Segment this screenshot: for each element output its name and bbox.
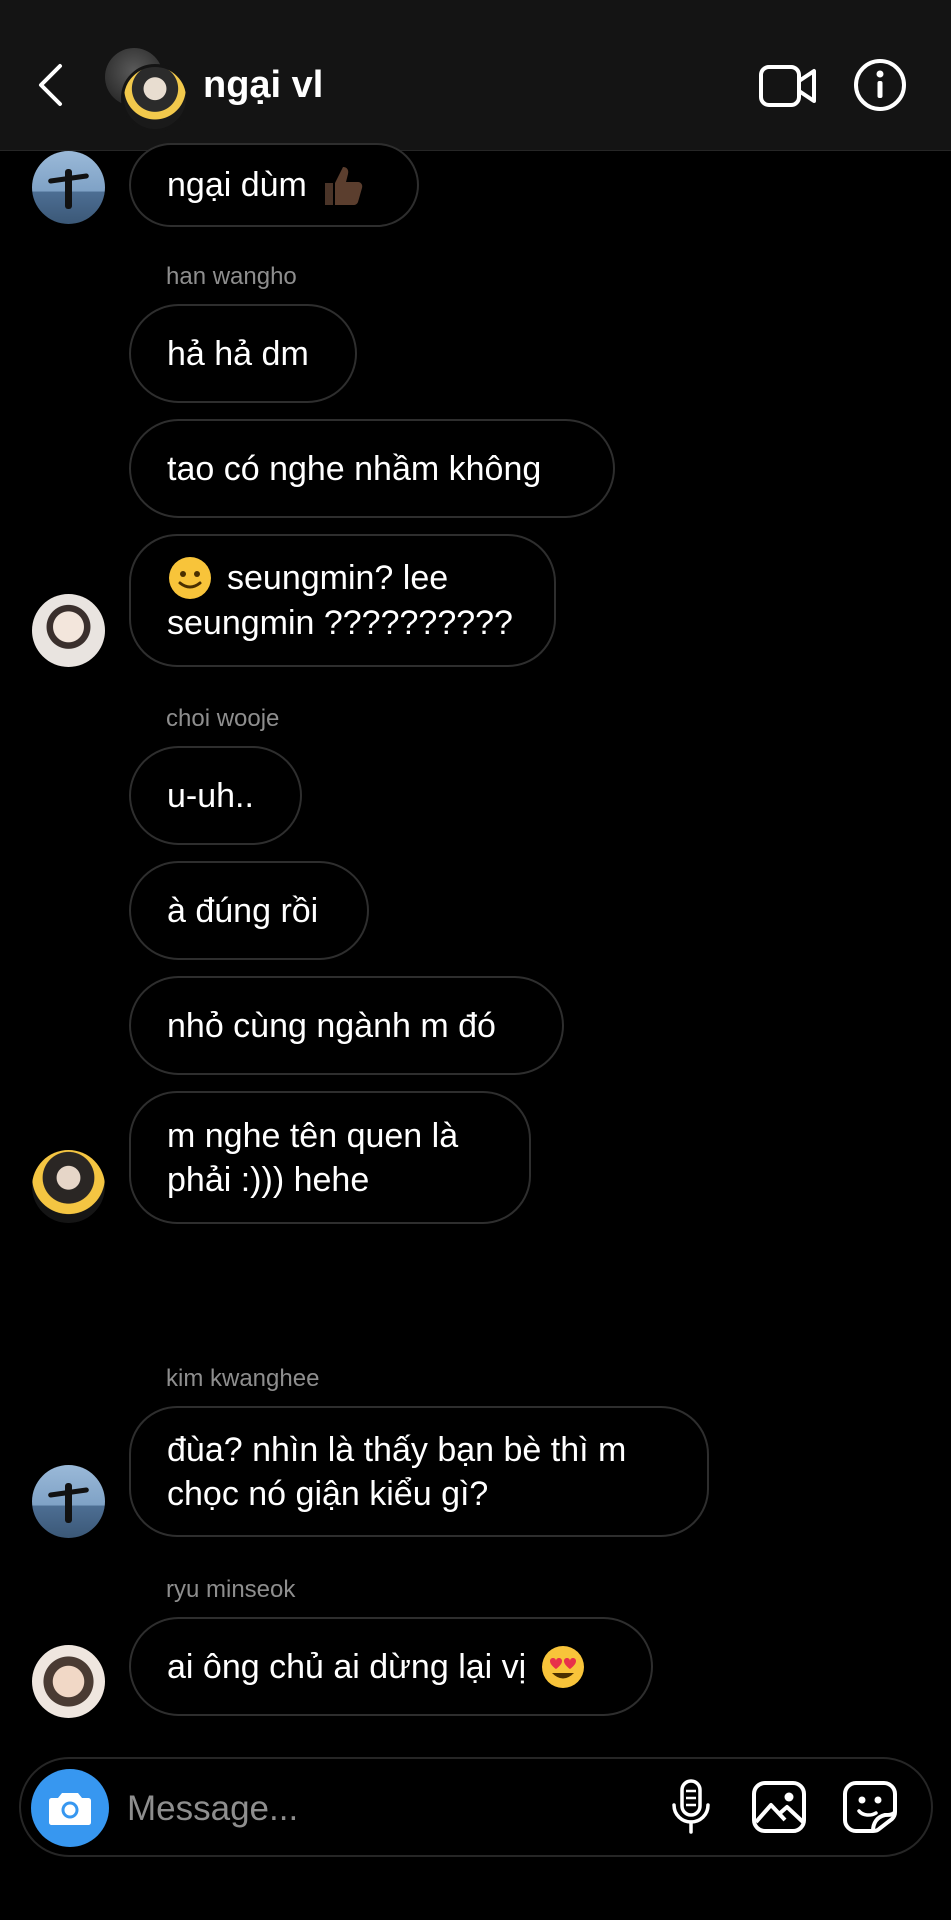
heart-eyes-emoji-icon xyxy=(542,1645,585,1688)
video-call-icon xyxy=(759,65,816,107)
gallery-button[interactable] xyxy=(748,1777,810,1837)
group-avatar[interactable] xyxy=(105,48,189,132)
message-bubble[interactable]: à đúng rồi xyxy=(129,861,369,960)
message-text: phải :))) hehe xyxy=(167,1160,370,1199)
message-text: tao có nghe nhầm không xyxy=(167,449,542,488)
camera-button[interactable] xyxy=(31,1769,109,1847)
smiley-emoji-icon xyxy=(169,556,211,599)
message-text: à đúng rồi xyxy=(167,891,319,930)
sender-name: kim kwanghee xyxy=(166,1365,320,1392)
gallery-icon xyxy=(752,1781,806,1833)
microphone-button[interactable] xyxy=(661,1777,721,1837)
back-button[interactable] xyxy=(30,55,70,115)
chat-title[interactable]: ngại vl xyxy=(203,60,323,110)
avatar-face[interactable] xyxy=(32,594,105,667)
message-bubble[interactable]: ngại dùm xyxy=(129,143,419,227)
camera-icon xyxy=(49,1793,91,1825)
message-text-block: đùa? nhìn là thấy bạn bè thì m chọc nó g… xyxy=(167,1428,626,1516)
sender-name: ryu minseok xyxy=(166,1576,296,1603)
message-text: hả hả dm xyxy=(167,334,309,373)
message-text: nhỏ cùng ngành m đó xyxy=(167,1006,496,1045)
message-text-block: m nghe tên quen là phải :))) hehe xyxy=(167,1114,458,1202)
info-button[interactable] xyxy=(852,57,908,113)
message-text: ngại dùm xyxy=(167,166,307,204)
avatar-duck[interactable] xyxy=(32,1150,105,1223)
message-thread: ngại dùm han wangho hả hả dm tao có nghe… xyxy=(0,143,951,1751)
info-icon xyxy=(854,59,906,111)
message-text: m nghe tên quen là xyxy=(167,1116,459,1155)
back-arrow-icon xyxy=(39,64,62,106)
thumbs-up-emoji-icon xyxy=(324,167,363,205)
sender-name: han wangho xyxy=(166,263,297,290)
message-composer xyxy=(19,1757,933,1857)
video-call-button[interactable] xyxy=(758,58,818,114)
sticker-button[interactable] xyxy=(839,1777,901,1837)
microphone-icon xyxy=(672,1779,710,1834)
chat-header: ngại vl xyxy=(0,0,951,151)
member-avatar-front xyxy=(121,64,189,132)
avatar-sky[interactable] xyxy=(32,151,105,224)
message-text: ai ông chủ ai dừng lại vị xyxy=(167,1647,527,1686)
message-text: chọc nó giận kiểu gì? xyxy=(167,1474,489,1513)
sender-name: choi wooje xyxy=(166,705,280,732)
message-bubble[interactable]: đùa? nhìn là thấy bạn bè thì m chọc nó g… xyxy=(129,1406,709,1537)
message-text: seungmin ?????????? xyxy=(167,603,513,642)
message-bubble[interactable]: tao có nghe nhầm không xyxy=(129,419,615,518)
message-bubble[interactable]: seungmin? lee seungmin ?????????? xyxy=(129,534,556,667)
message-bubble[interactable]: u-uh.. xyxy=(129,746,302,845)
message-bubble[interactable]: hả hả dm xyxy=(129,304,357,403)
message-bubble[interactable]: ai ông chủ ai dừng lại vị xyxy=(129,1617,653,1716)
avatar-boy[interactable] xyxy=(32,1645,105,1718)
message-text: seungmin? lee xyxy=(227,559,449,598)
sticker-icon xyxy=(843,1781,897,1833)
message-text: u-uh.. xyxy=(167,776,254,815)
message-bubble[interactable]: nhỏ cùng ngành m đó xyxy=(129,976,564,1075)
message-text-block: seungmin? lee seungmin ?????????? xyxy=(167,556,513,644)
avatar-sky[interactable] xyxy=(32,1465,105,1538)
message-input[interactable] xyxy=(125,1781,549,1837)
message-bubble[interactable]: m nghe tên quen là phải :))) hehe xyxy=(129,1091,531,1224)
message-text: đùa? nhìn là thấy bạn bè thì m xyxy=(167,1430,627,1469)
